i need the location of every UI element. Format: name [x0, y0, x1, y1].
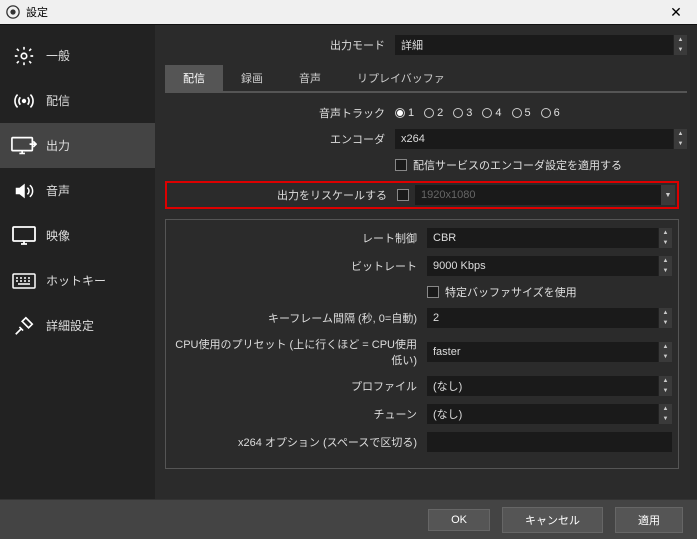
- radio-icon: [541, 108, 551, 118]
- encoder-select[interactable]: x264 ▲▼: [395, 129, 687, 149]
- tab-record[interactable]: 録画: [223, 65, 281, 91]
- monitor-icon: [10, 224, 38, 248]
- sidebar-item-advanced[interactable]: 詳細設定: [0, 303, 155, 348]
- output-tabs: 配信 録画 音声 リプレイバッファ: [165, 65, 687, 93]
- antenna-icon: [10, 89, 38, 113]
- spin-icon[interactable]: ▲▼: [658, 404, 672, 424]
- gear-icon: [10, 44, 38, 68]
- window-title: 設定: [26, 4, 661, 20]
- apply-button[interactable]: 適用: [615, 507, 683, 533]
- output-icon: [10, 134, 38, 158]
- keyint-label: キーフレーム間隔 (秒, 0=自動): [172, 310, 427, 326]
- spin-icon[interactable]: ▲▼: [658, 376, 672, 396]
- ok-button[interactable]: OK: [428, 509, 490, 531]
- sidebar-item-video[interactable]: 映像: [0, 213, 155, 258]
- spin-icon[interactable]: ▲▼: [658, 342, 672, 362]
- close-button[interactable]: ✕: [661, 4, 691, 21]
- output-mode-value: 詳細: [395, 35, 673, 55]
- track-1[interactable]: 1: [395, 107, 414, 119]
- obs-icon: [6, 5, 20, 19]
- cancel-button[interactable]: キャンセル: [502, 507, 603, 533]
- profile-label: プロファイル: [172, 378, 427, 394]
- cpu-preset-label: CPU使用のプリセット (上に行くほど = CPU使用低い): [172, 336, 427, 368]
- rescale-value: 1920x1080: [415, 185, 661, 205]
- bitrate-input[interactable]: 9000 Kbps▲▼: [427, 256, 672, 276]
- tab-audio[interactable]: 音声: [281, 65, 339, 91]
- encoder-value: x264: [395, 129, 673, 149]
- sidebar-item-general[interactable]: 一般: [0, 33, 155, 78]
- track-4[interactable]: 4: [482, 107, 501, 119]
- content-area: 出力モード 詳細 ▲▼ 配信 録画 音声 リプレイバッファ 音声トラック 1 2…: [155, 25, 697, 499]
- tune-label: チューン: [172, 406, 427, 422]
- spin-icon[interactable]: ▲▼: [673, 129, 687, 149]
- bitrate-label: ビットレート: [172, 258, 427, 274]
- keyint-input[interactable]: 2▲▼: [427, 308, 672, 328]
- radio-icon: [424, 108, 434, 118]
- enforce-label: 配信サービスのエンコーダ設定を適用する: [413, 157, 622, 173]
- rate-control-label: レート制御: [172, 230, 427, 246]
- chevron-down-icon[interactable]: ▼: [661, 185, 675, 205]
- spin-icon[interactable]: ▲▼: [658, 256, 672, 276]
- audio-track-label: 音声トラック: [155, 105, 395, 121]
- dialog-footer: OK キャンセル 適用: [0, 499, 697, 539]
- output-mode-select[interactable]: 詳細 ▲▼: [395, 35, 687, 55]
- spin-icon[interactable]: ▲▼: [673, 35, 687, 55]
- sidebar-label: 一般: [46, 47, 70, 64]
- sidebar-label: 音声: [46, 182, 70, 199]
- track-2[interactable]: 2: [424, 107, 443, 119]
- rescale-checkbox[interactable]: [397, 189, 409, 201]
- sidebar: 一般 配信 出力 音声 映像 ホットキー 詳細設定: [0, 25, 155, 499]
- sidebar-label: ホットキー: [46, 272, 106, 289]
- audio-track-group: 1 2 3 4 5 6: [395, 107, 687, 119]
- checkbox-icon: [395, 159, 407, 171]
- sidebar-item-audio[interactable]: 音声: [0, 168, 155, 213]
- tune-select[interactable]: (なし)▲▼: [427, 404, 672, 424]
- custom-buffer-checkbox[interactable]: 特定バッファサイズを使用: [427, 284, 672, 300]
- sidebar-item-hotkeys[interactable]: ホットキー: [0, 258, 155, 303]
- track-5[interactable]: 5: [512, 107, 531, 119]
- track-6[interactable]: 6: [541, 107, 560, 119]
- sidebar-label: 配信: [46, 92, 70, 109]
- radio-icon: [453, 108, 463, 118]
- encoder-settings-group: レート制御 CBR▲▼ ビットレート 9000 Kbps▲▼ 特定バッファサイズ…: [165, 219, 679, 469]
- spin-icon[interactable]: ▲▼: [658, 228, 672, 248]
- track-3[interactable]: 3: [453, 107, 472, 119]
- output-mode-label: 出力モード: [155, 37, 395, 53]
- sidebar-label: 詳細設定: [46, 317, 94, 334]
- rescale-label: 出力をリスケールする: [169, 187, 397, 203]
- titlebar: 設定 ✕: [0, 0, 697, 24]
- tab-replay[interactable]: リプレイバッファ: [339, 65, 463, 91]
- sidebar-label: 映像: [46, 227, 70, 244]
- sidebar-label: 出力: [46, 137, 70, 154]
- spin-icon[interactable]: ▲▼: [658, 308, 672, 328]
- sidebar-item-output[interactable]: 出力: [0, 123, 155, 168]
- radio-icon: [482, 108, 492, 118]
- profile-select[interactable]: (なし)▲▼: [427, 376, 672, 396]
- encoder-label: エンコーダ: [155, 131, 395, 147]
- enforce-checkbox-row[interactable]: 配信サービスのエンコーダ設定を適用する: [395, 157, 687, 173]
- speaker-icon: [10, 179, 38, 203]
- cpu-preset-select[interactable]: faster▲▼: [427, 342, 672, 362]
- radio-icon: [512, 108, 522, 118]
- x264opts-input[interactable]: [427, 432, 672, 452]
- tab-stream[interactable]: 配信: [165, 65, 223, 91]
- radio-icon: [395, 108, 405, 118]
- rescale-select[interactable]: 1920x1080 ▼: [415, 185, 675, 205]
- rate-control-select[interactable]: CBR▲▼: [427, 228, 672, 248]
- tools-icon: [10, 314, 38, 338]
- checkbox-icon: [427, 286, 439, 298]
- sidebar-item-stream[interactable]: 配信: [0, 78, 155, 123]
- keyboard-icon: [10, 269, 38, 293]
- x264opts-label: x264 オプション (スペースで区切る): [172, 434, 427, 450]
